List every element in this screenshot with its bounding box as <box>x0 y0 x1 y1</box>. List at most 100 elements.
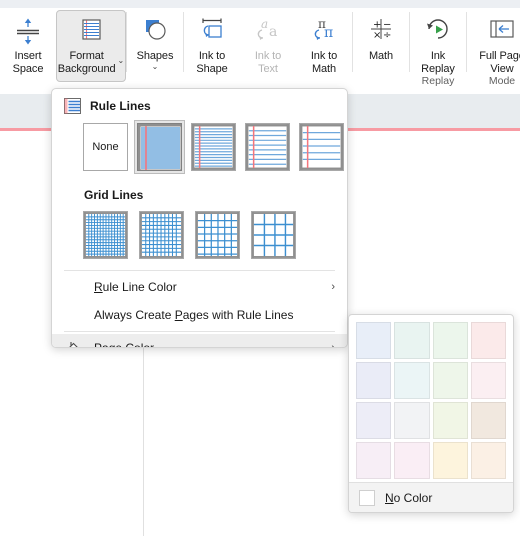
ribbon-button-shapes[interactable]: Shapes ⌄ <box>127 10 183 82</box>
menu-item-always-create-pages-with-rule-lines[interactable]: Always Create Pages with Rule Lines <box>52 301 347 329</box>
grid-lines-section-header: Grid Lines <box>52 179 347 205</box>
no-color-swatch-icon <box>359 489 375 506</box>
ink-to-text-icon: a a <box>257 17 277 40</box>
color-swatch[interactable] <box>470 442 506 479</box>
rule-lines-icon <box>64 98 81 114</box>
svg-text:−: − <box>383 20 391 31</box>
ribbon-group-caption-replay: Replay <box>421 75 455 87</box>
format-background-menu: Rule Lines None Grid Lines Rule Line Col… <box>51 88 348 348</box>
small-grid-preview <box>84 212 127 258</box>
ribbon-button-format-background[interactable]: Format Background ⌄ <box>56 10 126 82</box>
color-swatch[interactable] <box>394 442 430 479</box>
shapes-icon <box>146 20 166 40</box>
chevron-right-icon: › <box>331 342 335 348</box>
menu-separator <box>64 270 335 271</box>
ribbon-button-label: Ink Replay <box>421 50 455 75</box>
color-swatch-grid <box>349 315 513 485</box>
no-color-item[interactable]: No Color <box>349 482 513 512</box>
svg-text:a: a <box>269 24 277 40</box>
ribbon-body: Insert Space Format Background ⌄ Shapes … <box>0 8 520 87</box>
ribbon-button-ink-to-text: a a Ink to Text <box>240 10 296 82</box>
rule-lines-thumbnail-row: None <box>52 117 347 179</box>
menu-item-label: Rule Line Color <box>94 280 177 294</box>
ribbon-group-math: + − × ÷ Math <box>353 8 409 86</box>
svg-text:×: × <box>373 30 381 41</box>
ribbon-group-replay: Ink Replay Replay <box>410 8 466 87</box>
ribbon-button-insert-space[interactable]: Insert Space <box>0 10 56 82</box>
ribbon-button-label: Full Page View <box>479 50 520 75</box>
chevron-down-icon[interactable]: ⌄ <box>152 62 159 71</box>
menu-item-page-color[interactable]: Page Color › <box>52 334 347 348</box>
svg-text:a: a <box>261 17 268 31</box>
wide-ruled-preview <box>300 124 343 170</box>
menu-item-label: Page Color <box>94 341 155 348</box>
menu-item-rule-line-color[interactable]: Rule Line Color › <box>52 273 347 301</box>
color-swatch[interactable] <box>432 442 468 479</box>
ribbon-button-label: Insert Space <box>12 50 44 75</box>
color-swatch[interactable] <box>394 362 430 399</box>
color-swatch[interactable] <box>356 362 392 399</box>
ribbon-group-shapes: Shapes ⌄ <box>127 8 183 86</box>
onenote-format-background-screen: Insert Space Format Background ⌄ Shapes … <box>0 0 520 536</box>
menu-item-label: Always Create Pages with Rule Lines <box>94 308 294 322</box>
ribbon-group-insert: Insert Space <box>0 8 56 86</box>
full-page-view-icon <box>490 20 514 38</box>
rule-line-thumb-college-ruled[interactable] <box>191 123 236 171</box>
rule-lines-title: Rule Lines <box>90 99 151 113</box>
ribbon-button-label: Ink to Shape <box>196 50 228 75</box>
grid-thumb-large[interactable] <box>195 211 240 259</box>
insert-space-icon <box>17 18 39 45</box>
color-swatch[interactable] <box>470 362 506 399</box>
svg-text:÷: ÷ <box>383 30 391 41</box>
ribbon-button-label: Format Background <box>57 50 116 75</box>
format-background-icon <box>82 19 101 40</box>
color-swatch[interactable] <box>432 362 468 399</box>
no-color-label: No Color <box>385 490 433 505</box>
ribbon-button-label: Shapes <box>136 50 174 62</box>
rule-line-thumb-narrow-ruled[interactable] <box>134 120 185 174</box>
color-swatch[interactable] <box>432 322 468 359</box>
rule-lines-section-header: Rule Lines <box>52 89 347 117</box>
color-swatch[interactable] <box>470 322 506 359</box>
color-swatch[interactable] <box>356 322 392 359</box>
ribbon-group-format-background: Format Background ⌄ <box>56 8 126 86</box>
grid-thumb-medium[interactable] <box>139 211 184 259</box>
color-swatch[interactable] <box>470 402 506 439</box>
ribbon-top-strip <box>0 0 520 8</box>
color-swatch[interactable] <box>432 402 468 439</box>
rule-line-thumb-none[interactable]: None <box>83 123 128 171</box>
college-ruled-preview <box>192 124 235 170</box>
svg-text:π: π <box>324 25 333 41</box>
color-swatch[interactable] <box>356 402 392 439</box>
standard-ruled-preview <box>246 124 289 170</box>
ribbon-button-label: Ink to Text <box>254 50 282 75</box>
ribbon-button-ink-to-shape[interactable]: Ink to Shape <box>184 10 240 82</box>
grid-thumb-small[interactable] <box>83 211 128 259</box>
ribbon-group-convert: Ink to Shape a a Ink to Text π π Ink to … <box>184 8 352 86</box>
color-swatch[interactable] <box>356 442 392 479</box>
large-grid-preview <box>196 212 239 258</box>
rule-line-thumb-none-label: None <box>92 141 119 153</box>
grid-lines-title: Grid Lines <box>84 188 144 202</box>
svg-text:+: + <box>373 20 381 31</box>
color-swatch[interactable] <box>394 322 430 359</box>
ribbon-group-mode: Full Page View Mode <box>467 8 520 87</box>
ribbon-button-ink-to-math[interactable]: π π Ink to Math <box>296 10 352 82</box>
narrow-ruled-preview <box>138 124 181 170</box>
math-icon: + − × ÷ <box>371 19 391 41</box>
color-swatch[interactable] <box>394 402 430 439</box>
rule-line-thumb-standard-ruled[interactable] <box>245 123 290 171</box>
grid-lines-thumbnail-row <box>52 205 347 268</box>
medium-grid-preview <box>140 212 183 258</box>
grid-thumb-very-large[interactable] <box>251 211 296 259</box>
rule-line-thumb-wide-ruled[interactable] <box>299 123 344 171</box>
ink-to-shape-icon <box>202 18 222 38</box>
ink-to-math-icon: π π <box>314 17 333 41</box>
ink-replay-icon <box>427 19 448 39</box>
ribbon: Insert Space Format Background ⌄ Shapes … <box>0 0 520 94</box>
ribbon-button-math[interactable]: + − × ÷ Math <box>353 10 409 82</box>
ribbon-button-full-page-view[interactable]: Full Page View <box>467 10 520 82</box>
ribbon-group-caption-mode: Mode <box>488 75 516 87</box>
chevron-down-icon[interactable]: ⌄ <box>118 56 125 65</box>
ribbon-button-ink-replay[interactable]: Ink Replay <box>410 10 466 82</box>
